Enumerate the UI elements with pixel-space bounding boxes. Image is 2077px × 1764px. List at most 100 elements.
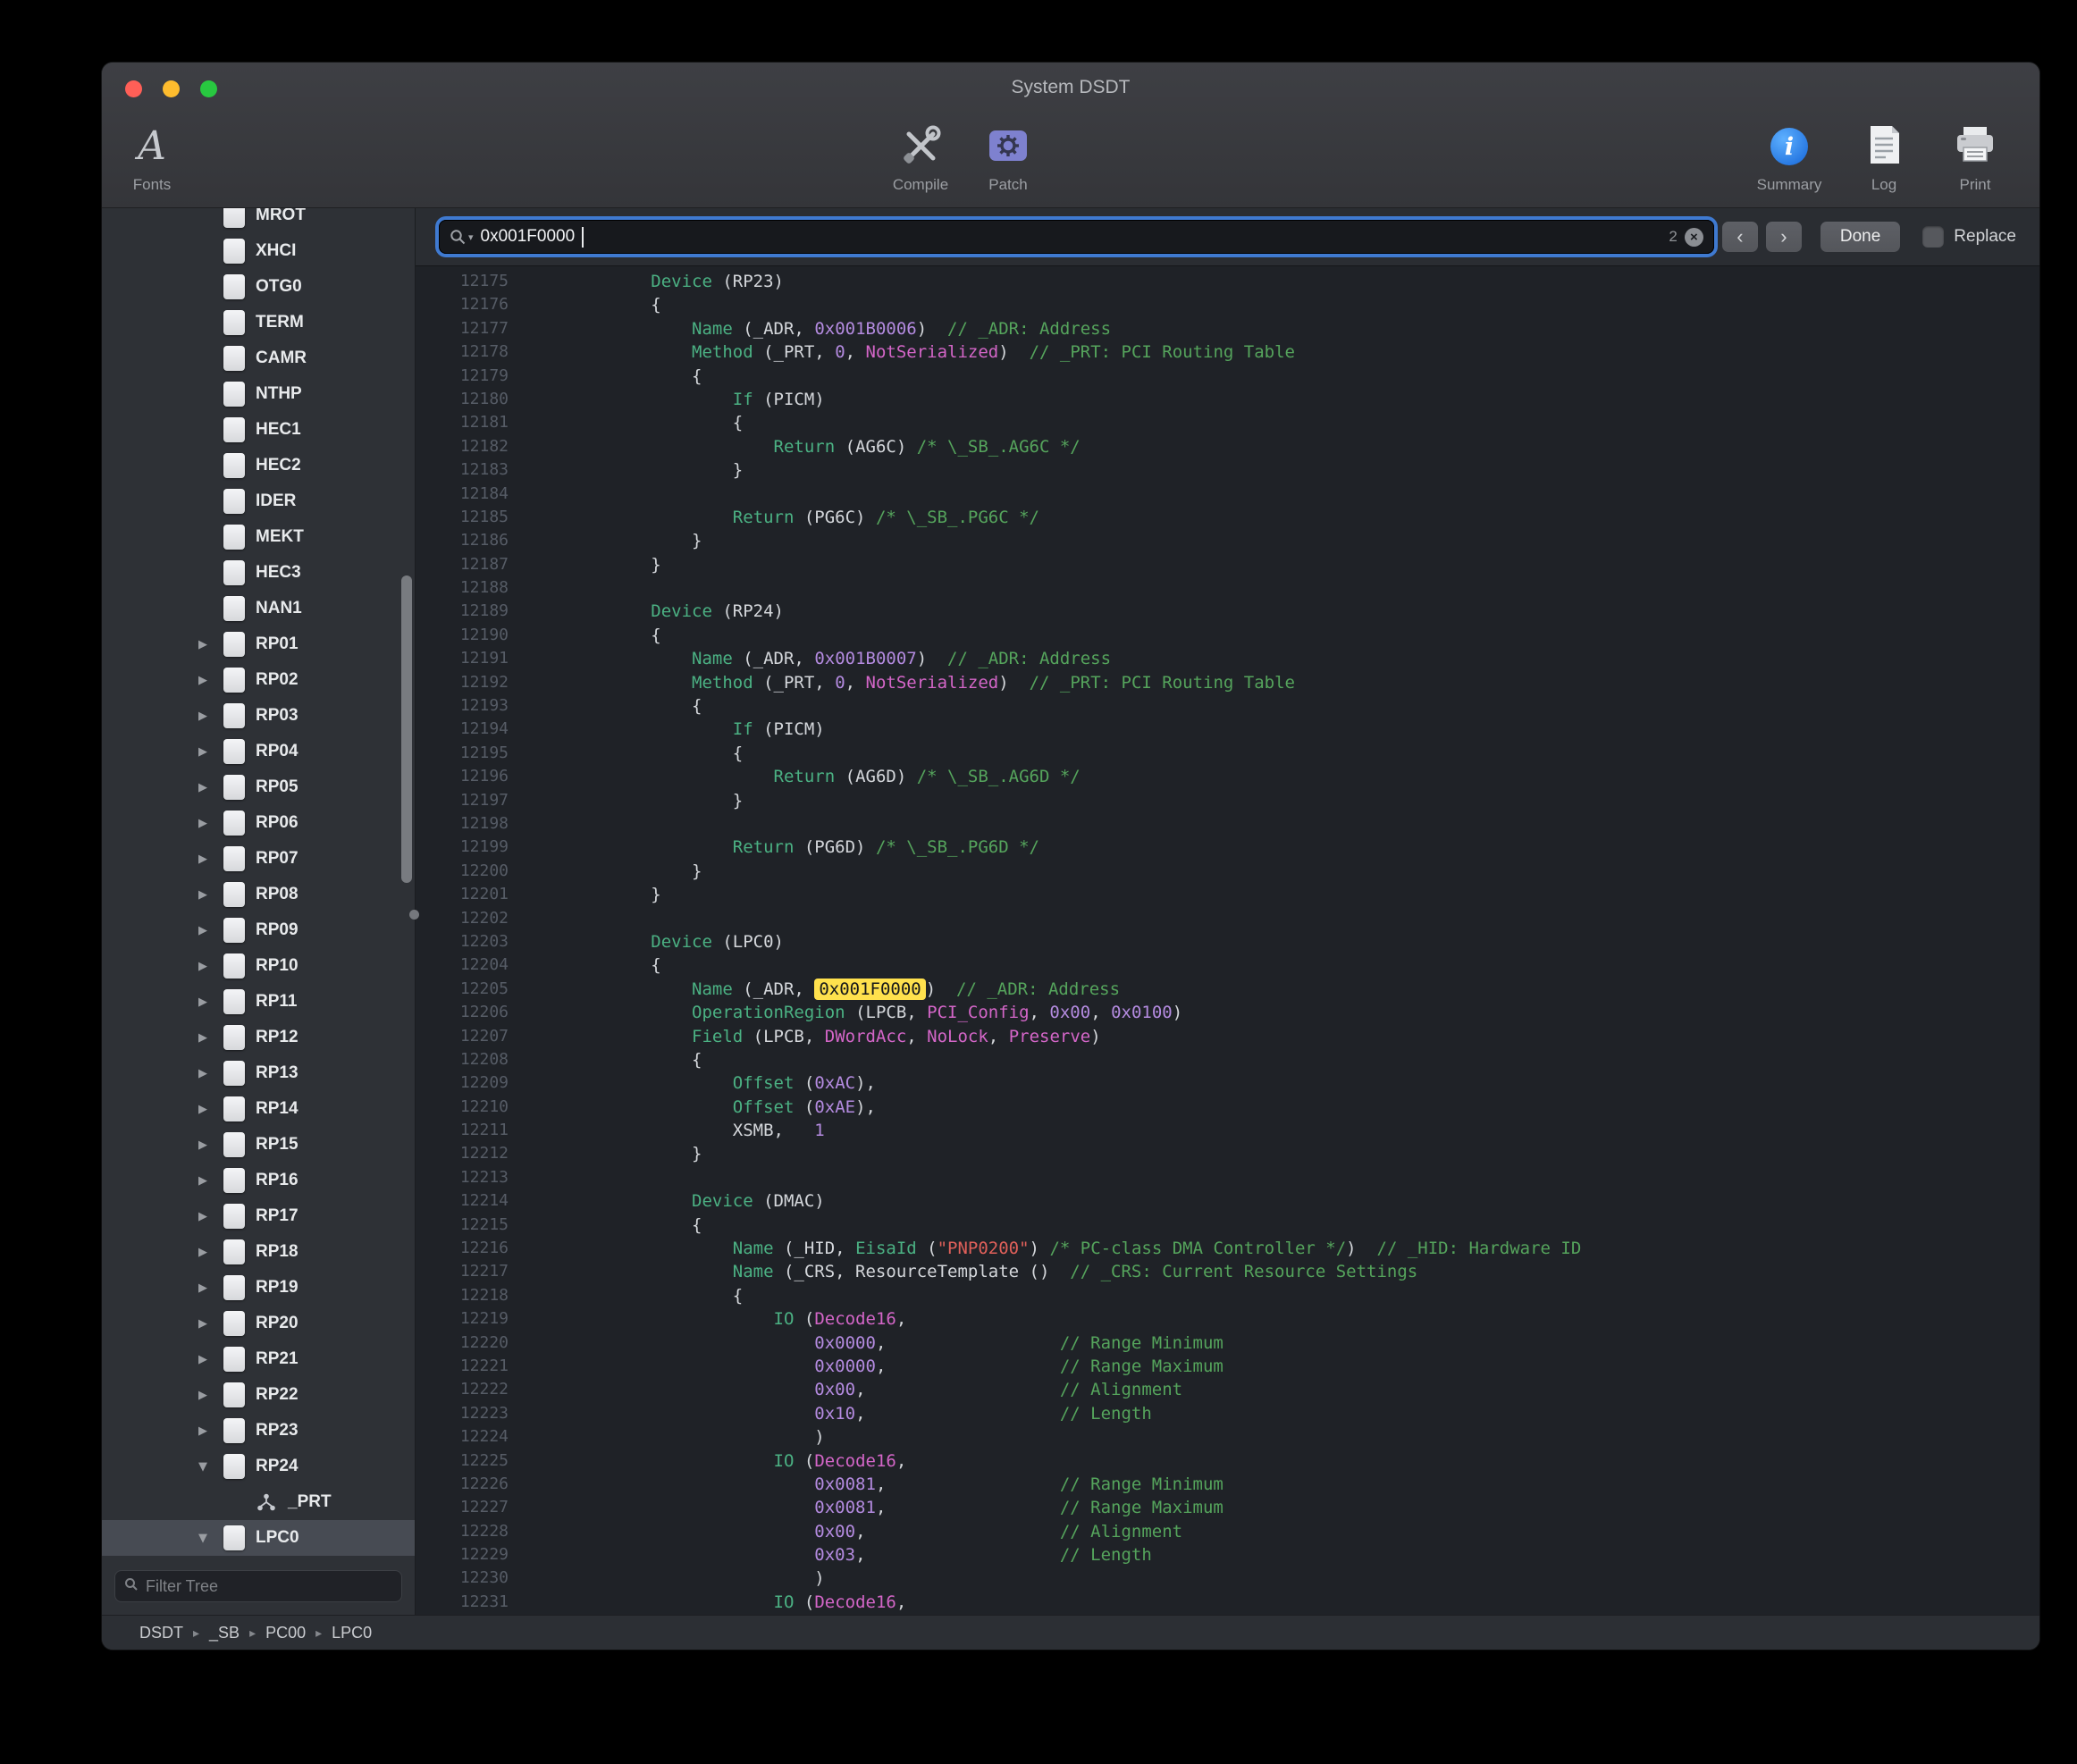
find-next-button[interactable]: › bbox=[1766, 222, 1802, 252]
tree-item-rp16[interactable]: ▶RP16 bbox=[102, 1163, 415, 1198]
disclosure-expanded-icon[interactable]: ▼ bbox=[198, 1532, 223, 1545]
tree-item-otg0[interactable]: OTG0 bbox=[102, 269, 415, 305]
tree-item-rp17[interactable]: ▶RP17 bbox=[102, 1198, 415, 1234]
tree-item-hec2[interactable]: HEC2 bbox=[102, 448, 415, 483]
log-button[interactable]: Log bbox=[1841, 118, 1927, 194]
disclosure-collapsed-icon[interactable]: ▶ bbox=[198, 1317, 223, 1331]
disclosure-collapsed-icon[interactable]: ▶ bbox=[198, 888, 223, 902]
tree-item-rp08[interactable]: ▶RP08 bbox=[102, 877, 415, 912]
tree-item-label: RP15 bbox=[256, 1135, 299, 1155]
code-text: Device (DMAC) bbox=[509, 1189, 825, 1213]
tree-item-label: CAMR bbox=[256, 349, 307, 368]
tree-item-xhci[interactable]: XHCI bbox=[102, 233, 415, 269]
disclosure-collapsed-icon[interactable]: ▶ bbox=[198, 710, 223, 723]
tree-item-_prt[interactable]: _PRT bbox=[102, 1484, 415, 1520]
disclosure-collapsed-icon[interactable]: ▶ bbox=[198, 781, 223, 794]
tree-item-rp05[interactable]: ▶RP05 bbox=[102, 769, 415, 805]
tree-item-rp04[interactable]: ▶RP04 bbox=[102, 734, 415, 769]
tree-item-rp22[interactable]: ▶RP22 bbox=[102, 1377, 415, 1413]
disclosure-collapsed-icon[interactable]: ▶ bbox=[198, 817, 223, 830]
zoom-button[interactable] bbox=[200, 80, 217, 97]
clear-search-icon[interactable]: × bbox=[1685, 228, 1703, 247]
disclosure-collapsed-icon[interactable]: ▶ bbox=[198, 1174, 223, 1188]
tree-item-rp15[interactable]: ▶ RP15 bbox=[102, 1127, 415, 1163]
tree-item-rp07[interactable]: ▶RP07 bbox=[102, 841, 415, 877]
splitter-handle[interactable] bbox=[409, 910, 419, 920]
disclosure-collapsed-icon[interactable]: ▶ bbox=[198, 638, 223, 651]
patch-label: Patch bbox=[988, 176, 1027, 194]
minimize-button[interactable] bbox=[163, 80, 180, 97]
disclosure-collapsed-icon[interactable]: ▶ bbox=[198, 1138, 223, 1152]
tree-item-nthp[interactable]: NTHP bbox=[102, 376, 415, 412]
patch-button[interactable]: Patch bbox=[965, 118, 1051, 194]
tree-item-nan1[interactable]: NAN1 bbox=[102, 591, 415, 626]
code-text: If (PICM) bbox=[509, 388, 825, 411]
disclosure-collapsed-icon[interactable]: ▶ bbox=[198, 1281, 223, 1295]
tree-item-rp02[interactable]: ▶RP02 bbox=[102, 662, 415, 698]
code-text: { bbox=[509, 411, 743, 434]
print-button[interactable]: Print bbox=[1932, 118, 2018, 194]
disclosure-collapsed-icon[interactable]: ▶ bbox=[198, 674, 223, 687]
disclosure-collapsed-icon[interactable]: ▶ bbox=[198, 1067, 223, 1080]
disclosure-expanded-icon[interactable]: ▼ bbox=[198, 1460, 223, 1474]
tree-item-hec3[interactable]: HEC3 bbox=[102, 555, 415, 591]
code-line: 12203 Device (LPC0) bbox=[416, 930, 2039, 953]
tree-item-mekt[interactable]: MEKT bbox=[102, 519, 415, 555]
tree-item-rp12[interactable]: ▶RP12 bbox=[102, 1020, 415, 1055]
tree-item-rp19[interactable]: ▶RP19 bbox=[102, 1270, 415, 1306]
find-input[interactable]: ▾ 0x001F0000 2 × bbox=[439, 220, 1714, 254]
tree-item-camr[interactable]: CAMR bbox=[102, 340, 415, 376]
code-line: 12176 { bbox=[416, 293, 2039, 316]
tree-item-rp13[interactable]: ▶RP13 bbox=[102, 1055, 415, 1091]
breadcrumb-item-pc00[interactable]: PC00 bbox=[265, 1624, 306, 1642]
disclosure-collapsed-icon[interactable]: ▶ bbox=[198, 853, 223, 866]
tree-item-rp10[interactable]: ▶RP10 bbox=[102, 948, 415, 984]
fonts-button[interactable]: A Fonts bbox=[109, 118, 195, 194]
line-number: 12175 bbox=[416, 270, 509, 293]
code-line: 12189 Device (RP24) bbox=[416, 600, 2039, 623]
tree-item-rp11[interactable]: ▶RP11 bbox=[102, 984, 415, 1020]
disclosure-collapsed-icon[interactable]: ▶ bbox=[198, 1389, 223, 1402]
breadcrumb-item-_sb[interactable]: _SB bbox=[209, 1624, 240, 1642]
disclosure-collapsed-icon[interactable]: ▶ bbox=[198, 1031, 223, 1045]
code-text: { bbox=[509, 1048, 702, 1071]
tree-item-rp21[interactable]: ▶RP21 bbox=[102, 1341, 415, 1377]
disclosure-collapsed-icon[interactable]: ▶ bbox=[198, 745, 223, 759]
breadcrumb-item-dsdt[interactable]: DSDT bbox=[139, 1624, 183, 1642]
tree-item-rp09[interactable]: ▶RP09 bbox=[102, 912, 415, 948]
disclosure-collapsed-icon[interactable]: ▶ bbox=[198, 995, 223, 1009]
tree-item-hec1[interactable]: HEC1 bbox=[102, 412, 415, 448]
replace-checkbox[interactable] bbox=[1922, 226, 1944, 248]
tree-item-rp20[interactable]: ▶RP20 bbox=[102, 1306, 415, 1341]
disclosure-collapsed-icon[interactable]: ▶ bbox=[198, 1103, 223, 1116]
disclosure-collapsed-icon[interactable]: ▶ bbox=[198, 1353, 223, 1366]
disclosure-collapsed-icon[interactable]: ▶ bbox=[198, 1246, 223, 1259]
tree-item-rp18[interactable]: ▶RP18 bbox=[102, 1234, 415, 1270]
tree-item-mrot[interactable]: MROT bbox=[102, 208, 415, 233]
close-button[interactable] bbox=[125, 80, 142, 97]
tree-item-rp03[interactable]: ▶RP03 bbox=[102, 698, 415, 734]
tree-item-rp14[interactable]: ▶RP14 bbox=[102, 1091, 415, 1127]
filter-tree-input[interactable]: Filter Tree bbox=[114, 1570, 402, 1602]
find-previous-button[interactable]: ‹ bbox=[1722, 222, 1758, 252]
summary-button[interactable]: i Summary bbox=[1746, 118, 1832, 194]
disclosure-collapsed-icon[interactable]: ▶ bbox=[198, 1424, 223, 1438]
disclosure-collapsed-icon[interactable]: ▶ bbox=[198, 960, 223, 973]
done-button[interactable]: Done bbox=[1821, 222, 1900, 252]
disclosure-collapsed-icon[interactable]: ▶ bbox=[198, 924, 223, 937]
tree-item-rp23[interactable]: ▶RP23 bbox=[102, 1413, 415, 1449]
breadcrumb-item-lpc0[interactable]: LPC0 bbox=[332, 1624, 372, 1642]
search-icon[interactable]: ▾ bbox=[450, 229, 474, 246]
tree-item-rp06[interactable]: ▶RP06 bbox=[102, 805, 415, 841]
code-text: IO (Decode16, bbox=[509, 1307, 906, 1331]
line-number: 12184 bbox=[416, 483, 509, 506]
tree-item-rp01[interactable]: ▶RP01 bbox=[102, 626, 415, 662]
compile-button[interactable]: Compile bbox=[878, 118, 963, 194]
sidebar-scrollbar[interactable] bbox=[401, 575, 412, 883]
tree-item-lpc0[interactable]: ▼LPC0 bbox=[102, 1520, 415, 1556]
disclosure-collapsed-icon[interactable]: ▶ bbox=[198, 1210, 223, 1223]
tree-item-term[interactable]: TERM bbox=[102, 305, 415, 340]
code-area[interactable]: 12175 Device (RP23)12176 {12177 Name (_A… bbox=[416, 266, 2039, 1615]
tree-item-ider[interactable]: IDER bbox=[102, 483, 415, 519]
tree-item-rp24[interactable]: ▼RP24 bbox=[102, 1449, 415, 1484]
